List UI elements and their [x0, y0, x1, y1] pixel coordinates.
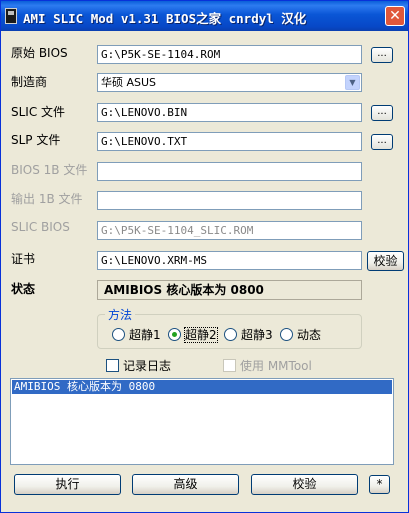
chevron-down-icon[interactable]: ▼: [345, 75, 360, 90]
advanced-button[interactable]: 高级: [132, 474, 239, 495]
slic-file-label: SLIC 文件: [11, 105, 66, 119]
checkbox-icon[interactable]: [223, 359, 236, 372]
radio-selected-icon[interactable]: [168, 328, 181, 341]
method-group-title: 方法: [105, 306, 136, 323]
method-option-3[interactable]: 超静3: [224, 326, 273, 343]
method-option-label: 动态: [297, 328, 322, 342]
verify-button[interactable]: 校验: [251, 474, 358, 495]
manufacturer-label: 制造商: [11, 75, 48, 89]
method-option-label: 超静3: [241, 328, 273, 342]
browse-slic-file-button[interactable]: ...: [371, 105, 393, 121]
bios-1b-file-field[interactable]: [97, 162, 362, 181]
slic-bios-field: G:\P5K-SE-1104_SLIC.ROM: [97, 221, 362, 240]
status-value: AMIBIOS 核心版本为 0800: [97, 280, 362, 300]
log-listbox[interactable]: AMIBIOS 核心版本为 0800: [10, 378, 394, 465]
radio-icon[interactable]: [280, 328, 293, 341]
method-option-1[interactable]: 超静1: [112, 326, 161, 343]
output-1b-file-field[interactable]: [97, 191, 362, 210]
manufacturer-value: 华硕 ASUS: [101, 76, 157, 89]
method-option-2[interactable]: 超静2: [168, 326, 218, 343]
certificate-label: 证书: [11, 252, 36, 266]
mmtool-checkbox[interactable]: 使用 MMTool: [223, 357, 312, 374]
app-icon: [5, 8, 17, 24]
main-window: AMI SLIC Mod v1.31 BIOS之家 cnrdyl 汉化 ✕ 原始…: [0, 0, 409, 513]
log-checkbox-label: 记录日志: [123, 359, 172, 373]
verify-certificate-button[interactable]: 校验: [367, 251, 404, 271]
execute-button[interactable]: 执行: [14, 474, 121, 495]
slic-bios-label: SLIC BIOS: [11, 220, 70, 234]
log-checkbox[interactable]: 记录日志: [106, 357, 171, 374]
slic-file-field[interactable]: G:\LENOVO.BIN: [97, 103, 362, 122]
bios-1b-file-label: BIOS 1B 文件: [11, 163, 88, 177]
extra-button[interactable]: *: [369, 475, 390, 494]
radio-icon[interactable]: [224, 328, 237, 341]
window-title: AMI SLIC Mod v1.31 BIOS之家 cnrdyl 汉化: [23, 11, 307, 26]
status-label: 状态: [11, 282, 36, 296]
title-bar[interactable]: AMI SLIC Mod v1.31 BIOS之家 cnrdyl 汉化 ✕: [1, 1, 408, 31]
original-bios-field[interactable]: G:\P5K-SE-1104.ROM: [97, 45, 362, 64]
slp-file-label: SLP 文件: [11, 133, 61, 147]
mmtool-checkbox-label: 使用 MMTool: [240, 359, 312, 373]
checkbox-icon[interactable]: [106, 359, 119, 372]
list-item[interactable]: AMIBIOS 核心版本为 0800: [12, 380, 392, 394]
method-option-label: 超静2: [184, 327, 218, 343]
browse-original-bios-button[interactable]: ...: [371, 47, 393, 63]
method-option-4[interactable]: 动态: [280, 326, 321, 343]
close-button[interactable]: ✕: [385, 6, 405, 26]
certificate-field[interactable]: G:\LENOVO.XRM-MS: [97, 251, 362, 270]
browse-slp-file-button[interactable]: ...: [371, 134, 393, 150]
original-bios-label: 原始 BIOS: [11, 46, 68, 60]
manufacturer-select[interactable]: 华硕 ASUS ▼: [97, 73, 362, 92]
slp-file-field[interactable]: G:\LENOVO.TXT: [97, 132, 362, 151]
radio-icon[interactable]: [112, 328, 125, 341]
method-option-label: 超静1: [129, 328, 161, 342]
output-1b-file-label: 输出 1B 文件: [11, 192, 83, 206]
